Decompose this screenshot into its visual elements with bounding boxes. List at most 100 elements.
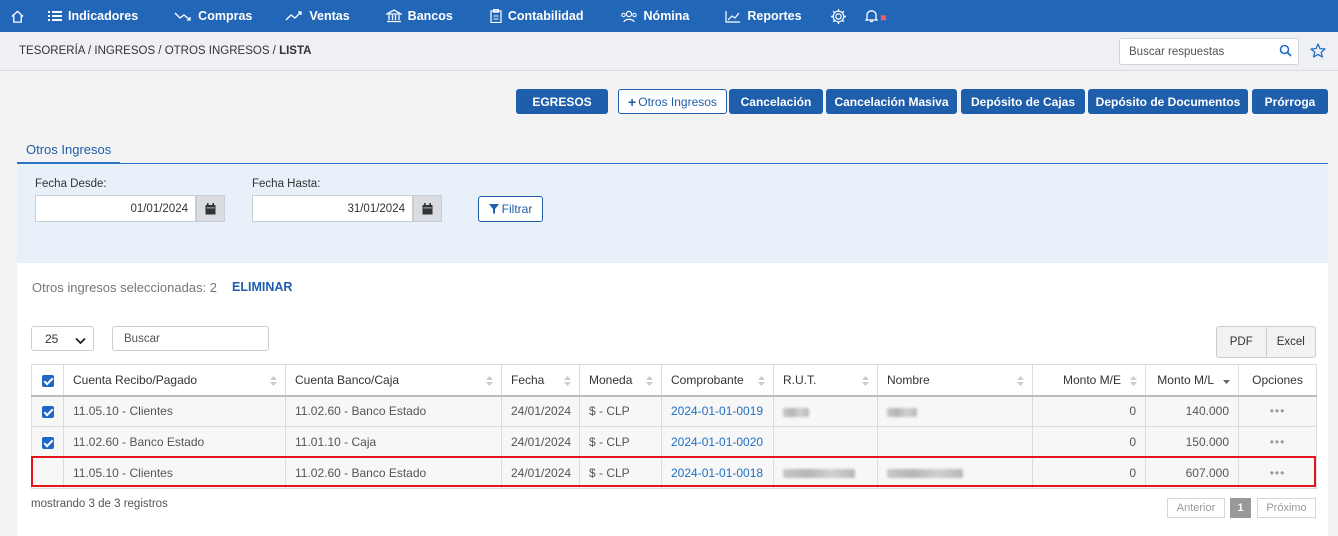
- deposito-cajas-button[interactable]: Depósito de Cajas: [961, 89, 1085, 114]
- nav-compras[interactable]: Compras: [174, 0, 252, 32]
- star-icon[interactable]: [1310, 43, 1326, 61]
- cell-moneda: $ - CLP: [579, 457, 662, 489]
- deposito-documentos-button[interactable]: Depósito de Documentos: [1088, 89, 1248, 114]
- col-opciones: Opciones: [1238, 364, 1317, 397]
- plus-icon: +: [628, 93, 637, 110]
- nav-reportes[interactable]: Reportes: [725, 0, 802, 32]
- help-search-input[interactable]: [1129, 45, 1274, 58]
- chevron-down-icon: [75, 334, 86, 348]
- sort-icon: [1130, 375, 1137, 389]
- col-nombre[interactable]: Nombre: [877, 364, 1033, 397]
- comprobante-link[interactable]: 2024-01-01-0020: [671, 435, 763, 449]
- cell-fecha: 24/01/2024: [501, 457, 580, 489]
- row-options-icon[interactable]: •••: [1238, 426, 1317, 458]
- cell-cuenta-recibo: 11.02.60 - Banco Estado: [63, 426, 286, 458]
- ellipsis-icon: •••: [1269, 435, 1286, 449]
- comprobante-link[interactable]: 2024-01-01-0018: [671, 466, 763, 480]
- egresos-button[interactable]: EGRESOS: [516, 89, 608, 114]
- next-page-button[interactable]: Próximo: [1257, 498, 1316, 518]
- notification-badge-icon: ✖: [879, 12, 888, 23]
- list-icon: [48, 11, 62, 21]
- sort-icon: [758, 375, 765, 389]
- calendar-icon[interactable]: [196, 195, 225, 222]
- col-monto-me[interactable]: Monto M/E: [1032, 364, 1146, 397]
- row-checkbox[interactable]: [31, 426, 64, 458]
- breadcrumb-bar: TESORERÍA / INGRESOS / OTROS INGRESOS / …: [0, 32, 1338, 71]
- table-row[interactable]: 11.05.10 - Clientes 11.02.60 - Banco Est…: [31, 457, 1317, 489]
- table-row[interactable]: 11.05.10 - Clientes 11.02.60 - Banco Est…: [31, 395, 1317, 427]
- sort-icon: [486, 375, 493, 389]
- nav-ventas-label: Ventas: [309, 9, 350, 23]
- cell-moneda: $ - CLP: [579, 395, 662, 427]
- chart-down-icon: [174, 12, 191, 21]
- bell-icon[interactable]: ✖: [864, 9, 888, 24]
- cell-monto-ml: 150.000: [1145, 426, 1239, 458]
- cancelacion-button[interactable]: Cancelación: [729, 89, 823, 114]
- redacted-rut: [783, 407, 809, 417]
- col-cuenta-recibo[interactable]: Cuenta Recibo/Pagado: [63, 364, 286, 397]
- eliminar-link[interactable]: ELIMINAR: [232, 280, 292, 294]
- cancelacion-masiva-button[interactable]: Cancelación Masiva: [826, 89, 957, 114]
- cell-rut: [773, 395, 878, 427]
- comprobante-link[interactable]: 2024-01-01-0019: [671, 404, 763, 418]
- redacted-rut: [783, 469, 855, 479]
- page-1-button[interactable]: 1: [1230, 498, 1251, 518]
- row-options-icon[interactable]: •••: [1238, 457, 1317, 489]
- selection-count: Otros ingresos seleccionadas: 2: [32, 280, 217, 295]
- gear-icon[interactable]: [830, 8, 847, 25]
- nav-nomina[interactable]: Nómina: [620, 0, 689, 32]
- col-comprobante[interactable]: Comprobante: [661, 364, 774, 397]
- select-all-checkbox[interactable]: [31, 364, 64, 397]
- excel-button[interactable]: Excel: [1265, 327, 1316, 357]
- row-options-icon[interactable]: •••: [1238, 395, 1317, 427]
- fecha-hasta-input[interactable]: 31/01/2024: [252, 195, 413, 222]
- clipboard-icon: [490, 9, 502, 23]
- col-cuenta-banco[interactable]: Cuenta Banco/Caja: [285, 364, 502, 397]
- breadcrumb-path[interactable]: TESORERÍA / INGRESOS / OTROS INGRESOS /: [19, 45, 279, 57]
- cell-nombre: [877, 457, 1033, 489]
- col-fecha[interactable]: Fecha: [501, 364, 580, 397]
- ellipsis-icon: •••: [1269, 404, 1286, 419]
- prev-page-button[interactable]: Anterior: [1167, 498, 1225, 518]
- cell-comprobante: 2024-01-01-0019: [661, 395, 774, 427]
- cell-cuenta-banco: 11.02.60 - Banco Estado: [285, 395, 502, 427]
- search-icon[interactable]: [1279, 44, 1292, 60]
- filtrar-button-label: Filtrar: [501, 202, 533, 216]
- col-monto-ml[interactable]: Monto M/L: [1145, 364, 1239, 397]
- otros-ingresos-button[interactable]: + Otros Ingresos: [618, 89, 727, 114]
- nav-indicadores[interactable]: Indicadores: [48, 0, 138, 32]
- nav-bancos-label: Bancos: [407, 9, 453, 23]
- tab-otros-ingresos[interactable]: Otros Ingresos: [17, 138, 121, 164]
- nav-contabilidad[interactable]: Contabilidad: [490, 0, 584, 32]
- col-moneda[interactable]: Moneda: [579, 364, 662, 397]
- tab-bar: Otros Ingresos: [17, 138, 1328, 164]
- cell-comprobante: 2024-01-01-0018: [661, 457, 774, 489]
- cell-cuenta-banco: 11.02.60 - Banco Estado: [285, 457, 502, 489]
- row-checkbox[interactable]: [31, 395, 64, 427]
- cell-monto-ml: 607.000: [1145, 457, 1239, 489]
- table-search: [112, 326, 269, 351]
- cell-fecha: 24/01/2024: [501, 426, 580, 458]
- prorroga-button[interactable]: Prórroga: [1252, 89, 1328, 114]
- otros-ingresos-button-label: Otros Ingresos: [638, 94, 717, 109]
- table-header-row: Cuenta Recibo/Pagado Cuenta Banco/Caja F…: [31, 364, 1317, 397]
- row-checkbox[interactable]: [31, 457, 64, 489]
- fecha-desde-input[interactable]: 01/01/2024: [35, 195, 196, 222]
- col-rut[interactable]: R.U.T.: [773, 364, 878, 397]
- pdf-button[interactable]: PDF: [1217, 327, 1266, 357]
- filtrar-button[interactable]: Filtrar: [478, 196, 543, 222]
- cell-cuenta-banco: 11.01.10 - Caja: [285, 426, 502, 458]
- cell-fecha: 24/01/2024: [501, 395, 580, 427]
- table-search-input[interactable]: [124, 332, 259, 345]
- nav-ventas[interactable]: Ventas: [285, 0, 350, 32]
- calendar-icon[interactable]: [413, 195, 442, 222]
- col-fecha-label: Fecha: [511, 372, 545, 387]
- help-search: [1119, 38, 1299, 65]
- cell-nombre: [877, 395, 1033, 427]
- page-size-select[interactable]: 25: [31, 326, 94, 351]
- cell-rut: [773, 457, 878, 489]
- home-icon[interactable]: [2, 0, 32, 32]
- nav-bancos[interactable]: Bancos: [385, 0, 453, 32]
- table-row[interactable]: 11.02.60 - Banco Estado 11.01.10 - Caja …: [31, 426, 1317, 458]
- line-chart-icon: [725, 10, 741, 23]
